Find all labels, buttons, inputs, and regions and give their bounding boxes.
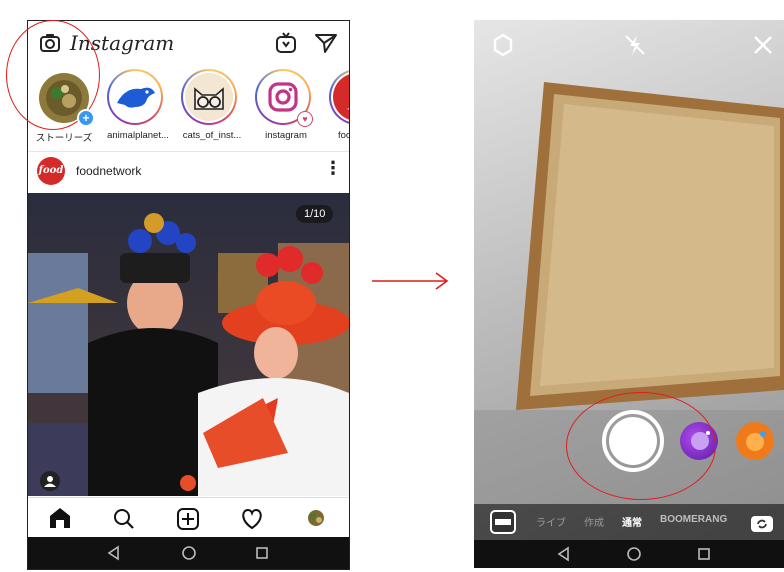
add-story-icon[interactable]: + [77, 109, 95, 127]
post-header: food foodnetwork ⋮ [28, 152, 349, 192]
home-circle-icon[interactable] [181, 545, 197, 561]
post-avatar[interactable]: food [37, 157, 65, 185]
story-label: instagram [265, 130, 307, 141]
recents-icon[interactable] [696, 546, 712, 562]
mode-create[interactable]: 作成 [584, 514, 604, 529]
story-item-animalplanet[interactable]: animalplanet... [100, 67, 170, 151]
camera-mode-bar: ライブ 作成 通常 BOOMERANG [474, 504, 784, 540]
instagram-feed-screen: Instagram + ストーリーズ animalplanet... cats_… [27, 20, 350, 570]
android-nav-bar-right [474, 540, 784, 568]
story-item-instagram[interactable]: ♥ instagram [248, 67, 318, 151]
back-icon[interactable] [106, 545, 122, 561]
animalplanet-avatar [111, 73, 159, 121]
heart-icon[interactable] [220, 498, 284, 538]
post-photo[interactable]: 1/10 [28, 193, 349, 496]
flash-off-icon[interactable] [622, 32, 648, 58]
post-username[interactable]: foodnetwork [76, 164, 141, 178]
igtv-icon[interactable] [274, 31, 298, 55]
story-label: food [338, 130, 349, 141]
post-photo-illustration [28, 193, 349, 496]
annotation-circle-shutter [566, 392, 716, 500]
arrow-icon [372, 272, 449, 290]
tagged-user-icon[interactable] [40, 471, 60, 491]
story-item-cats[interactable]: cats_of_inst... [174, 67, 244, 151]
add-icon[interactable] [156, 498, 220, 538]
mode-boomerang[interactable]: BOOMERANG [660, 514, 740, 525]
mode-live[interactable]: ライブ [536, 514, 566, 529]
story-label: animalplanet... [107, 130, 169, 141]
home-circle-icon[interactable] [626, 546, 642, 562]
switch-camera-icon[interactable] [750, 512, 774, 534]
gallery-thumbnail[interactable] [490, 510, 516, 534]
stories-tray: + ストーリーズ animalplanet... cats_of_inst... [28, 67, 349, 152]
search-icon[interactable] [92, 498, 156, 538]
carousel-counter: 1/10 [296, 205, 334, 223]
more-options-icon[interactable]: ⋮ [324, 158, 342, 179]
close-friends-icon: ♥ [297, 111, 313, 127]
direct-message-icon[interactable] [314, 31, 338, 55]
profile-icon[interactable] [284, 498, 348, 538]
story-item-food[interactable]: f food [322, 67, 349, 151]
home-icon[interactable] [28, 498, 92, 538]
mode-normal[interactable]: 通常 [622, 514, 642, 529]
bottom-tab-bar [28, 497, 349, 538]
story-label: ストーリーズ [35, 133, 93, 144]
back-icon[interactable] [556, 546, 572, 562]
close-icon[interactable] [750, 32, 776, 58]
android-nav-bar [28, 537, 349, 569]
settings-icon[interactable] [490, 32, 516, 58]
story-label: cats_of_inst... [182, 130, 242, 141]
cats-avatar [185, 73, 233, 121]
recents-icon[interactable] [254, 545, 270, 561]
effect-orange-icon[interactable] [736, 422, 774, 460]
